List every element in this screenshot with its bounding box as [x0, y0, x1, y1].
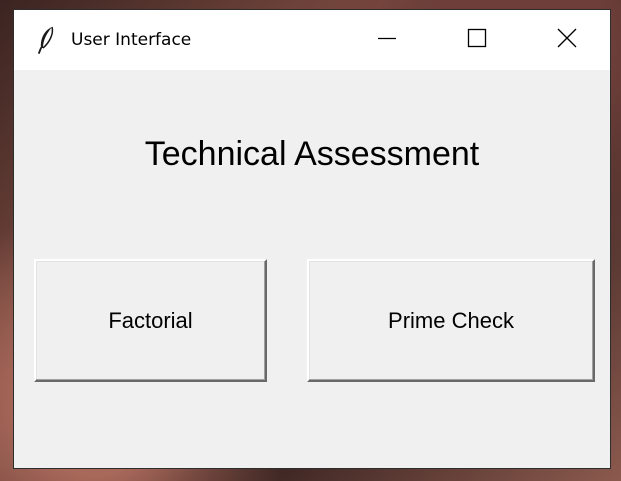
minimize-icon	[376, 27, 398, 53]
close-button[interactable]	[522, 10, 612, 70]
factorial-button[interactable]: Factorial	[34, 259, 267, 382]
title-bar[interactable]: User Interface	[14, 10, 610, 70]
app-window: User Interface Technical Assessment Fact…	[13, 9, 611, 469]
maximize-button[interactable]	[432, 10, 522, 70]
maximize-icon	[466, 27, 488, 53]
window-title: User Interface	[71, 30, 192, 50]
close-icon	[556, 27, 578, 53]
feather-icon	[36, 26, 56, 54]
page-title: Technical Assessment	[144, 135, 480, 173]
prime-check-button[interactable]: Prime Check	[307, 259, 595, 382]
minimize-button[interactable]	[342, 10, 432, 70]
